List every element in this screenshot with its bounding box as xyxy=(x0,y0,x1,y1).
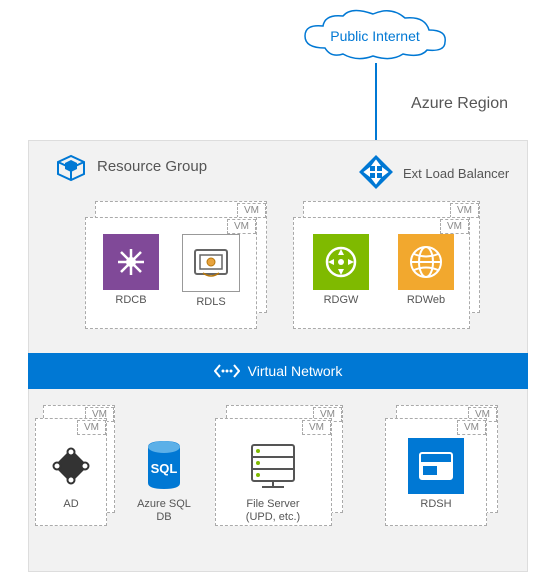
vm-tag: VM xyxy=(237,203,266,218)
rdweb-label: RDWeb xyxy=(395,294,457,307)
load-balancer-icon xyxy=(356,152,396,192)
svg-text:SQL: SQL xyxy=(151,461,178,476)
rdsh-label: RDSH xyxy=(405,498,467,511)
service-rdgw: RDGW xyxy=(310,234,372,307)
vnet-icon xyxy=(214,362,240,380)
vnet-label: Virtual Network xyxy=(248,363,343,379)
sql-icon: SQL xyxy=(136,438,192,494)
service-rdsh: RDSH xyxy=(405,438,467,511)
service-fileserver: File Server (UPD, etc.) xyxy=(230,438,316,524)
rdgw-icon xyxy=(313,234,369,290)
fileserver-label: File Server (UPD, etc.) xyxy=(230,498,316,524)
rdweb-icon xyxy=(398,234,454,290)
rdcb-icon xyxy=(103,234,159,290)
service-ad: AD xyxy=(40,438,102,511)
resource-group-icon xyxy=(55,152,87,184)
load-balancer-label: Ext Load Balancer xyxy=(403,166,509,181)
service-rdls: RDLS xyxy=(180,234,242,309)
rdgw-label: RDGW xyxy=(310,294,372,307)
vm-tag: VM xyxy=(450,203,479,218)
vm-tag: VM xyxy=(440,219,469,234)
vm-tag: VM xyxy=(227,219,256,234)
rdls-label: RDLS xyxy=(180,296,242,309)
cloud-label: Public Internet xyxy=(330,28,420,44)
resource-group-label: Resource Group xyxy=(97,158,207,175)
vm-tag: VM xyxy=(77,420,106,435)
fileserver-icon xyxy=(245,438,301,494)
ad-label: AD xyxy=(40,498,102,511)
public-internet-cloud: Public Internet xyxy=(295,8,455,63)
region-label: Azure Region xyxy=(411,95,508,113)
sql-label: Azure SQL DB xyxy=(133,498,195,524)
service-rdcb: RDCB xyxy=(100,234,162,307)
service-sqldb: SQL Azure SQL DB xyxy=(133,438,195,524)
vm-tag: VM xyxy=(457,420,486,435)
ad-icon xyxy=(43,438,99,494)
virtual-network-bar: Virtual Network xyxy=(28,353,528,389)
service-rdweb: RDWeb xyxy=(395,234,457,307)
rdcb-label: RDCB xyxy=(100,294,162,307)
rdsh-icon xyxy=(408,438,464,494)
rdls-icon xyxy=(182,234,240,292)
vm-tag: VM xyxy=(302,420,331,435)
